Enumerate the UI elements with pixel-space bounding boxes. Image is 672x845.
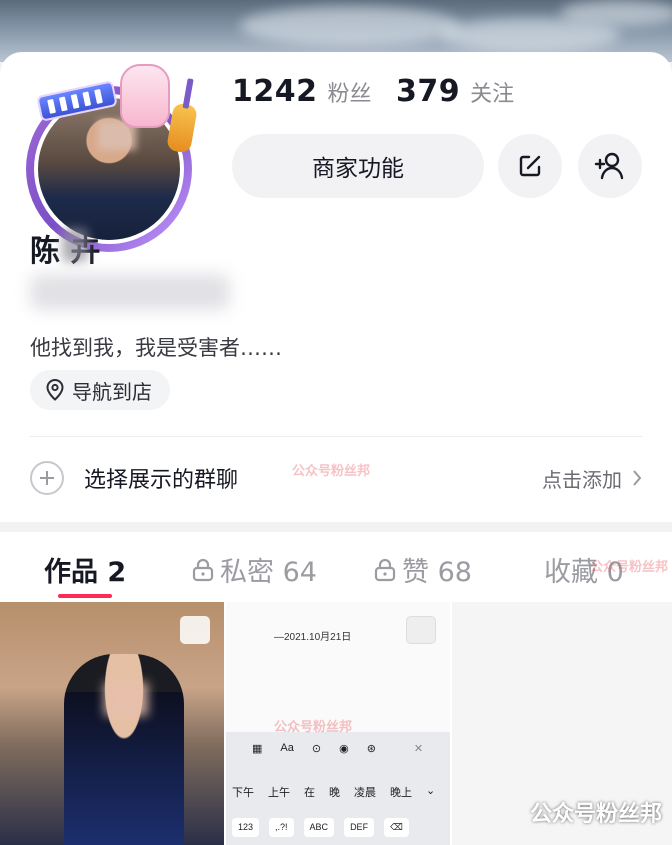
lock-icon <box>374 558 396 581</box>
keyboard-key: ABC <box>303 818 335 837</box>
guitar-decoration-icon <box>166 102 198 154</box>
chevron-right-icon <box>633 470 642 486</box>
tab-likes[interactable]: 赞 68 <box>374 550 472 589</box>
text-format-label: Aa <box>280 742 294 754</box>
candidate-word: 下午 <box>232 787 254 799</box>
edit-profile-button[interactable] <box>498 134 562 198</box>
pen-icon: ⊛ <box>366 743 376 755</box>
following-label: 关注 <box>470 82 515 107</box>
profile-card: 1242 粉丝 379 关注 商家功能 陈 卉 他找到我，我是受害者…… 导航到… <box>0 52 672 522</box>
keyboard-key: DEF <box>344 818 375 837</box>
tab-works[interactable]: 作品 2 <box>44 550 126 589</box>
candidate-word: 上午 <box>268 787 290 799</box>
candidate-word: 在 <box>304 787 315 799</box>
candidate-word: 晚上 <box>390 787 412 799</box>
avatar[interactable] <box>20 64 200 252</box>
note-date-text: —2021.10月21日 <box>274 632 352 643</box>
divider <box>30 436 642 437</box>
active-tab-indicator <box>58 594 112 598</box>
followers-label: 粉丝 <box>327 82 372 107</box>
watermark: 公众号粉丝邦 <box>292 464 371 479</box>
candidate-word: 凌晨 <box>354 787 376 799</box>
candidate-word: 晚 <box>329 787 340 799</box>
content-tabs: 作品 2 私密 64 赞 68 收藏 0 <box>0 532 672 602</box>
table-icon: ▦ <box>252 743 263 755</box>
keyboard-key: ,.?! <box>269 818 294 837</box>
group-chat-label: 选择展示的群聊 <box>84 468 239 493</box>
add-user-icon <box>594 152 624 180</box>
add-friend-button[interactable] <box>578 134 642 198</box>
tab-private-label: 私密 64 <box>220 557 317 588</box>
video-thumbnail-1[interactable] <box>0 602 224 845</box>
chevron-down-icon: ⌄ <box>426 785 436 797</box>
close-icon: ✕ <box>413 743 424 755</box>
add-group-chat-link[interactable]: 点击添加 <box>542 464 642 493</box>
keyboard-screenshot: ▦ Aa ⊙ ◉ ⊛ ✕ 下午 上午 在 晚 凌晨 晚上 ⌄ 123 ,.?! … <box>226 732 450 845</box>
plus-icon <box>30 461 64 495</box>
navigate-label: 导航到店 <box>72 379 152 404</box>
edit-icon <box>519 155 541 177</box>
keyboard-key: 123 <box>232 818 260 837</box>
followers-count: 1242 <box>232 74 318 109</box>
following-stat[interactable]: 379 关注 <box>396 74 514 109</box>
image-post-icon <box>406 616 436 644</box>
camera-icon: ◉ <box>339 743 349 755</box>
watermark: 公众号粉丝邦 <box>274 720 353 735</box>
watermark: 公众号粉丝邦 <box>590 560 669 575</box>
handle-mosaic <box>30 274 230 310</box>
tab-private[interactable]: 私密 64 <box>192 550 317 589</box>
rock-hand-decoration-icon <box>120 64 170 128</box>
lock-icon <box>192 558 214 581</box>
location-pin-icon <box>46 379 64 401</box>
backspace-icon: ⌫ <box>384 818 409 837</box>
name-mosaic <box>62 228 88 262</box>
merchant-features-button[interactable]: 商家功能 <box>232 134 484 198</box>
add-group-chat-label: 点击添加 <box>542 467 622 492</box>
following-count: 379 <box>396 74 461 109</box>
check-icon: ⊙ <box>311 743 322 755</box>
profile-bio: 他找到我，我是受害者…… <box>30 336 282 360</box>
image-post-icon <box>180 616 210 644</box>
navigate-to-store-button[interactable]: 导航到店 <box>30 370 170 410</box>
tab-likes-label: 赞 68 <box>402 557 472 588</box>
tab-works-label: 作品 2 <box>44 557 127 588</box>
followers-stat[interactable]: 1242 粉丝 <box>232 74 372 109</box>
watermark-large: 公众号粉丝邦 <box>530 802 663 827</box>
